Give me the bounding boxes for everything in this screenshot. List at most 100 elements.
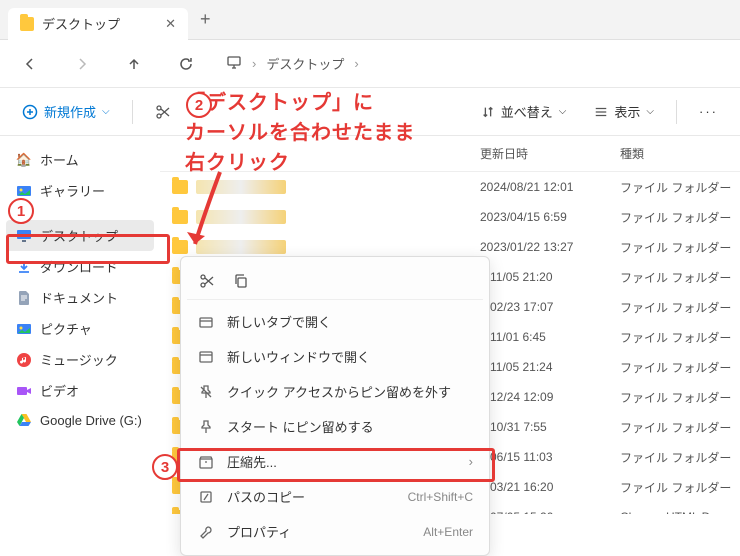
tab-icon: [197, 314, 215, 330]
chevron-right-icon: ›: [354, 56, 358, 71]
folder-icon: [172, 210, 188, 224]
file-date: 4/11/01 6:45: [480, 330, 620, 344]
file-name: [196, 240, 286, 254]
breadcrumb[interactable]: › デスクトップ ›: [226, 54, 359, 73]
folder-icon: [20, 17, 34, 31]
file-date: 2024/08/21 12:01: [480, 180, 620, 194]
file-type: ファイル フォルダー: [620, 239, 740, 256]
separator: [132, 100, 133, 124]
chevron-down-icon: ⌵: [646, 106, 654, 117]
header-date[interactable]: 更新日時: [480, 145, 620, 162]
close-icon[interactable]: ✕: [165, 16, 176, 32]
new-label: 新規作成: [44, 102, 96, 121]
titlebar: デスクトップ ✕ +: [0, 0, 740, 40]
ctx-unpin[interactable]: クイック アクセスからピン留めを外す: [187, 374, 483, 409]
breadcrumb-item[interactable]: デスクトップ: [266, 54, 344, 73]
cut-icon[interactable]: [193, 267, 221, 295]
properties-icon: [197, 524, 215, 540]
pin-icon: [197, 419, 215, 435]
video-icon: [16, 383, 32, 399]
file-type: ファイル フォルダー: [620, 179, 740, 196]
chevron-right-icon: ›: [469, 454, 473, 469]
file-date: 2023/01/22 13:27: [480, 240, 620, 254]
gdrive-icon: [16, 412, 32, 428]
copy-path-icon: [197, 489, 215, 505]
sidebar-item-videos[interactable]: ビデオ: [0, 375, 160, 406]
sidebar-item-pictures[interactable]: ピクチャ: [0, 313, 160, 344]
up-button[interactable]: [122, 52, 146, 76]
tab-title: デスクトップ: [42, 14, 120, 33]
column-headers: 更新日時 種類: [160, 136, 740, 172]
refresh-button[interactable]: [174, 52, 198, 76]
header-type[interactable]: 種類: [620, 145, 740, 162]
gallery-icon: [16, 183, 32, 199]
navbar: › デスクトップ ›: [0, 40, 740, 88]
new-button[interactable]: 新規作成 ⌵: [16, 98, 116, 125]
sidebar-item-gallery[interactable]: ギャラリー: [0, 175, 160, 206]
desktop-icon: [16, 228, 32, 244]
ctx-properties[interactable]: プロパティAlt+Enter: [187, 514, 483, 549]
chevron-down-icon: ⌵: [559, 106, 567, 117]
home-icon: 🏠: [16, 152, 32, 168]
file-type: ファイル フォルダー: [620, 449, 740, 466]
separator: [676, 100, 677, 124]
ctx-new-tab[interactable]: 新しいタブで開く: [187, 304, 483, 339]
download-icon: [16, 259, 32, 275]
file-type: Chrome HTML Do...: [620, 510, 740, 514]
file-type: ファイル フォルダー: [620, 209, 740, 226]
more-button[interactable]: ···: [693, 100, 724, 123]
forward-button[interactable]: [70, 52, 94, 76]
sidebar-item-gdrive[interactable]: Google Drive (G:): [0, 406, 160, 434]
context-menu: 新しいタブで開く 新しいウィンドウで開く クイック アクセスからピン留めを外す …: [180, 256, 490, 556]
folder-icon: [172, 240, 188, 254]
tab[interactable]: デスクトップ ✕: [8, 8, 188, 40]
folder-icon: [172, 180, 188, 194]
file-type: ファイル フォルダー: [620, 329, 740, 346]
file-date: 3/06/15 11:03: [480, 450, 620, 464]
context-menu-toolbar: [187, 263, 483, 300]
sidebar-item-downloads[interactable]: ダウンロード: [0, 251, 160, 282]
ctx-compress[interactable]: 圧縮先...›: [187, 444, 483, 479]
back-button[interactable]: [18, 52, 42, 76]
document-icon: [16, 290, 32, 306]
file-type: ファイル フォルダー: [620, 419, 740, 436]
file-date: 4/02/23 17:07: [480, 300, 620, 314]
file-name: [196, 180, 286, 194]
file-type: ファイル フォルダー: [620, 269, 740, 286]
file-type: ファイル フォルダー: [620, 479, 740, 496]
view-button[interactable]: 表示 ⌵: [588, 98, 660, 125]
file-name: [196, 210, 286, 224]
sidebar-item-documents[interactable]: ドキュメント: [0, 282, 160, 313]
ctx-copy-path[interactable]: パスのコピーCtrl+Shift+C: [187, 479, 483, 514]
sidebar: 🏠ホーム ギャラリー デスクトップ ダウンロード ドキュメント ピクチャ ミュー…: [0, 136, 160, 514]
shortcut: Ctrl+Shift+C: [408, 490, 473, 504]
cut-button[interactable]: [149, 100, 177, 124]
new-tab-button[interactable]: +: [200, 9, 211, 30]
table-row[interactable]: 2023/04/15 6:59ファイル フォルダー: [160, 202, 740, 232]
sidebar-item-home[interactable]: 🏠ホーム: [0, 144, 160, 175]
ctx-new-window[interactable]: 新しいウィンドウで開く: [187, 339, 483, 374]
copy-icon[interactable]: [227, 267, 255, 295]
archive-icon: [197, 454, 215, 470]
sidebar-item-desktop[interactable]: デスクトップ: [6, 220, 154, 251]
chevron-right-icon: ›: [252, 56, 256, 71]
pictures-icon: [16, 321, 32, 337]
window-icon: [197, 349, 215, 365]
ctx-pin-start[interactable]: スタート にピン留めする: [187, 409, 483, 444]
view-label: 表示: [614, 102, 640, 121]
shortcut: Alt+Enter: [423, 525, 473, 539]
table-row[interactable]: 2024/08/21 12:01ファイル フォルダー: [160, 172, 740, 202]
monitor-icon: [226, 54, 242, 73]
file-date: 3/03/21 16:20: [480, 480, 620, 494]
file-date: 4/07/05 15:20: [480, 510, 620, 514]
file-date: 4/10/31 7:55: [480, 420, 620, 434]
file-date: 2023/04/15 6:59: [480, 210, 620, 224]
sort-button[interactable]: 並べ替え ⌵: [475, 98, 573, 125]
toolbar: 新規作成 ⌵ 並べ替え ⌵ 表示 ⌵ ···: [0, 88, 740, 136]
file-type: ファイル フォルダー: [620, 359, 740, 376]
file-date: 3/12/24 12:09: [480, 390, 620, 404]
music-icon: [16, 352, 32, 368]
sidebar-item-music[interactable]: ミュージック: [0, 344, 160, 375]
chevron-down-icon: ⌵: [102, 106, 110, 117]
file-type: ファイル フォルダー: [620, 389, 740, 406]
